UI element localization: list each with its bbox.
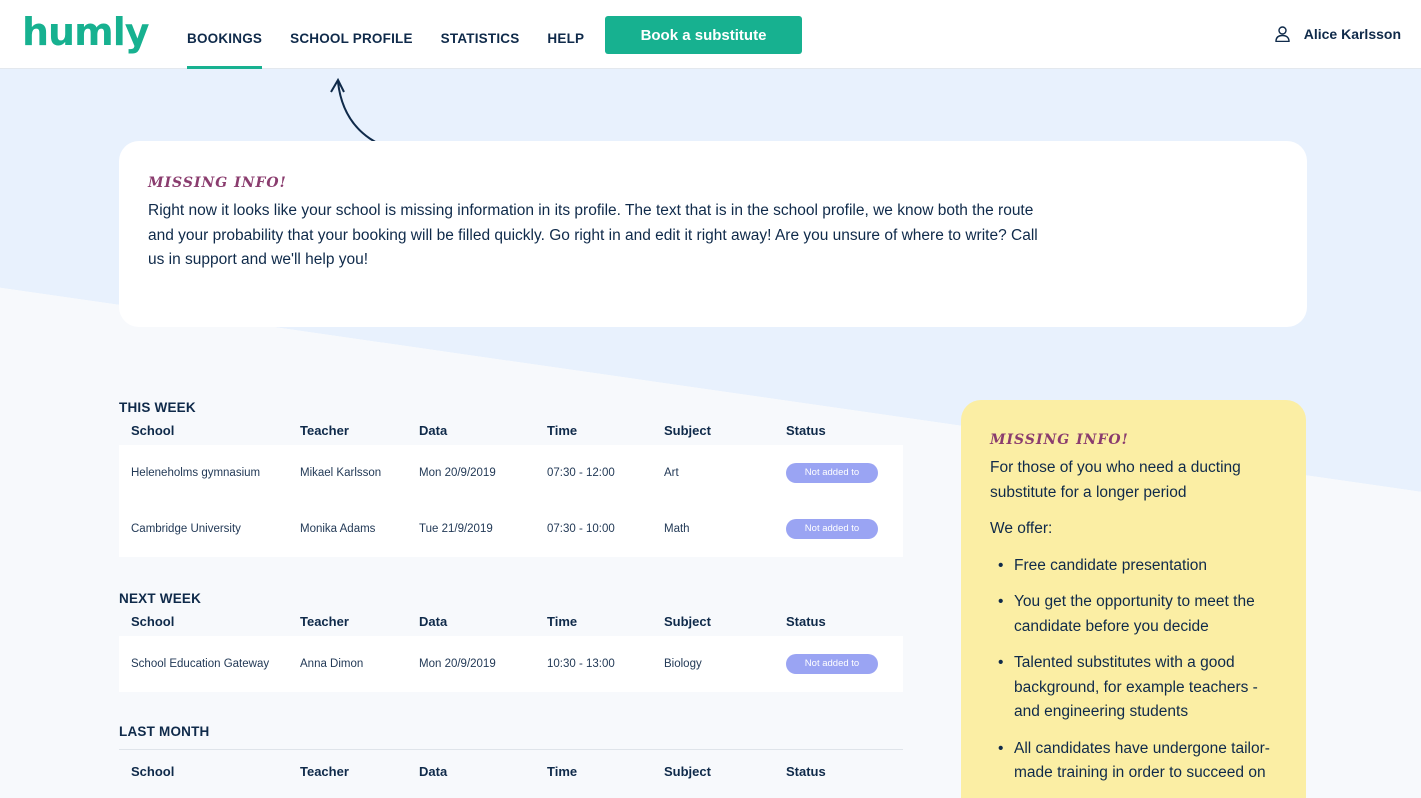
cell-subject: Art <box>664 467 679 479</box>
nav-bookings[interactable]: BOOKINGS <box>187 0 263 69</box>
cell-subject: Math <box>664 523 690 535</box>
col-teacher: Teacher <box>300 763 349 779</box>
cell-teacher: Anna Dimon <box>300 658 364 670</box>
yellow-card-title: MISSING INFO! <box>990 432 1129 448</box>
col-status: Status <box>786 422 826 438</box>
cell-school: School Education Gateway <box>131 658 270 670</box>
table-row[interactable]: Heleneholms gymnasium Mikael Karlsson Mo… <box>119 445 903 501</box>
book-substitute-button[interactable]: Book a substitute <box>605 16 802 54</box>
list-item: Free candidate presentation <box>990 554 1277 579</box>
user-name: Alice Karlsson <box>1303 26 1401 42</box>
cell-time: 10:30 - 13:00 <box>547 658 615 670</box>
missing-info-text: Right now it looks like your school is m… <box>148 202 1038 268</box>
nav-statistics[interactable]: STATISTICS <box>441 0 520 69</box>
humly-logo[interactable]: humly <box>22 10 149 54</box>
user-menu[interactable]: Alice Karlsson <box>1275 26 1401 42</box>
section-title-next-week: NEXT WEEK <box>119 591 202 606</box>
main-nav: BOOKINGS SCHOOL PROFILE STATISTICS HELP <box>187 0 612 69</box>
section-title-last-month: LAST MONTH <box>119 724 210 739</box>
cell-school: Heleneholms gymnasium <box>131 467 261 479</box>
col-time: Time <box>547 763 578 779</box>
col-time: Time <box>547 613 578 629</box>
top-header: humly BOOKINGS SCHOOL PROFILE STATISTICS… <box>0 0 1421 69</box>
table-row[interactable]: School Education Gateway Anna Dimon Mon … <box>119 636 903 692</box>
cell-date: Tue 21/9/2019 <box>419 523 493 535</box>
cell-teacher: Monika Adams <box>300 523 376 535</box>
bookings-tables: THIS WEEK School Teacher Data Time Subje… <box>119 400 903 786</box>
yellow-card-offer: We offer: <box>990 520 1053 537</box>
table-row[interactable]: Cambridge University Monika Adams Tue 21… <box>119 501 903 557</box>
table-header: School Teacher Data Time Subject Status <box>119 756 903 786</box>
cell-time: 07:30 - 12:00 <box>547 467 615 479</box>
col-data: Data <box>419 613 448 629</box>
col-school: School <box>131 763 175 779</box>
missing-info-card: MISSING INFO! Right now it looks like yo… <box>119 141 1307 327</box>
col-data: Data <box>419 422 448 438</box>
list-item: All candidates have undergone tailor-mad… <box>990 737 1277 786</box>
col-subject: Subject <box>664 763 711 779</box>
col-status: Status <box>786 613 826 629</box>
list-item: You get the opportunity to meet the cand… <box>990 590 1277 639</box>
status-badge[interactable]: Not added to <box>786 654 878 674</box>
cell-date: Mon 20/9/2019 <box>419 658 496 670</box>
col-school: School <box>131 613 175 629</box>
col-data: Data <box>419 763 448 779</box>
table-header: School Teacher Data Time Subject Status <box>119 415 903 445</box>
nav-school-profile[interactable]: SCHOOL PROFILE <box>290 0 413 69</box>
col-status: Status <box>786 763 826 779</box>
col-teacher: Teacher <box>300 422 349 438</box>
cell-time: 07:30 - 10:00 <box>547 523 615 535</box>
user-icon <box>1275 26 1290 42</box>
col-subject: Subject <box>664 613 711 629</box>
missing-info-title: MISSING INFO! <box>148 175 287 191</box>
col-school: School <box>131 422 175 438</box>
col-subject: Subject <box>664 422 711 438</box>
cell-teacher: Mikael Karlsson <box>300 467 382 479</box>
cell-school: Cambridge University <box>131 523 241 535</box>
status-badge[interactable]: Not added to <box>786 519 878 539</box>
col-time: Time <box>547 422 578 438</box>
list-item: Talented substitutes with a good backgro… <box>990 651 1277 725</box>
cell-date: Mon 20/9/2019 <box>419 467 496 479</box>
table-header: School Teacher Data Time Subject Status <box>119 606 903 636</box>
cell-subject: Biology <box>664 658 702 670</box>
long-term-substitute-card: MISSING INFO! For those of you who need … <box>961 400 1306 798</box>
status-badge[interactable]: Not added to <box>786 463 878 483</box>
offer-list: Free candidate presentation You get the … <box>990 554 1277 786</box>
col-teacher: Teacher <box>300 613 349 629</box>
yellow-card-intro: For those of you who need a ducting subs… <box>990 459 1241 501</box>
section-title-this-week: THIS WEEK <box>119 400 196 415</box>
nav-help[interactable]: HELP <box>547 0 584 69</box>
divider <box>119 749 903 750</box>
